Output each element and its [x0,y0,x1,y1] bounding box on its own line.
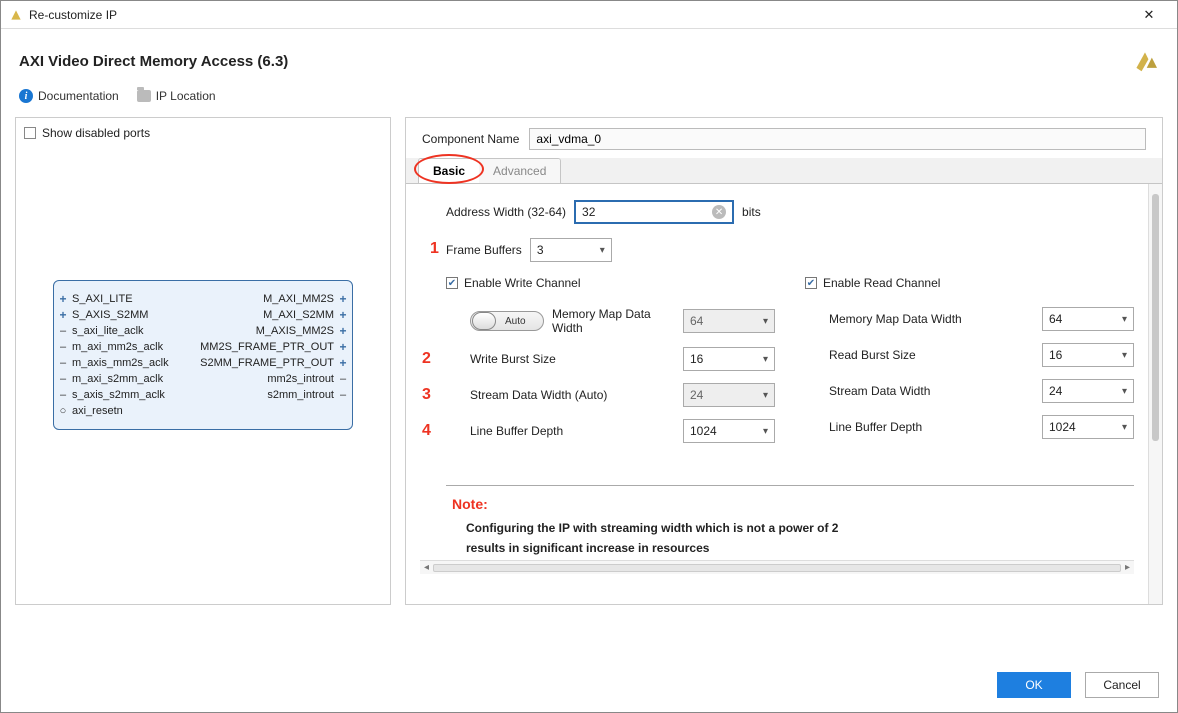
checkbox-icon [24,127,36,139]
frame-buffers-select[interactable]: 3▾ [530,238,612,262]
note-line: Configuring the IP with streaming width … [466,518,1128,538]
chevron-down-icon: ▾ [763,316,768,327]
auto-toggle[interactable]: Auto [470,311,544,331]
documentation-link[interactable]: i Documentation [19,89,119,103]
port-right: s2mm_introut– [267,387,348,403]
component-name-input[interactable] [529,128,1146,150]
chevron-down-icon: ▾ [763,390,768,401]
recustomize-ip-window: Re-customize IP ✕ AXI Video Direct Memor… [0,0,1178,713]
port-left: –m_axi_s2mm_aclk [58,371,163,387]
show-disabled-ports-checkbox[interactable]: Show disabled ports [24,126,382,140]
read-stream-row: Stream Data Width 24▾ [829,379,1134,403]
app-icon [9,8,23,22]
write-lbuf-row: 4 Line Buffer Depth 1024▾ [470,419,775,443]
write-stream-row: 3 Stream Data Width (Auto) 24▾ [470,383,775,407]
annotation-4: 4 [422,422,431,440]
port-right: mm2s_introut– [267,371,348,387]
write-mm-width-row: Auto Memory Map Data Width 64▾ [470,307,775,335]
port-left: +S_AXIS_S2MM [58,307,148,323]
chevron-down-icon: ▾ [763,354,768,365]
tab-basic[interactable]: Basic [419,159,479,183]
basic-tab-panel: Address Width (32-64) 32 ✕ bits 1 Frame … [406,184,1148,604]
note-box: Note: Configuring the IP with streaming … [446,485,1134,560]
chevron-down-icon: ▾ [1122,386,1127,397]
scroll-right-icon[interactable]: ▸ [1125,562,1130,573]
page-title: AXI Video Direct Memory Access (6.3) [19,53,1131,70]
chevron-down-icon: ▾ [1122,350,1127,361]
port-right: M_AXIS_MM2S+ [256,323,348,339]
tabs: Basic Advanced [406,158,1162,184]
horizontal-scrollbar[interactable]: ◂ ▸ [420,560,1134,574]
read-burst-row: Read Burst Size 16▾ [829,343,1134,367]
chevron-down-icon: ▾ [1122,422,1127,433]
component-name-label: Component Name [422,132,519,146]
config-pane: Component Name Basic Advanced Address Wi… [405,117,1163,605]
clear-icon[interactable]: ✕ [712,205,726,219]
block-diagram-pane: Show disabled ports +S_AXI_LITE +S_AXIS_… [15,117,391,605]
read-mm-width-row: Memory Map Data Width 64▾ [829,307,1134,331]
port-right: M_AXI_S2MM+ [263,307,348,323]
window-title: Re-customize IP [29,8,1129,22]
port-left: +S_AXI_LITE [58,291,133,307]
content-area: Show disabled ports +S_AXI_LITE +S_AXIS_… [1,117,1177,660]
write-lbuf-select[interactable]: 1024▾ [683,419,775,443]
port-left: –s_axis_s2mm_aclk [58,387,165,403]
tab-advanced[interactable]: Advanced [479,159,560,183]
scroll-track[interactable] [433,564,1121,572]
note-line: results in significant increase in resou… [466,538,1128,558]
scroll-left-icon[interactable]: ◂ [424,562,429,573]
infobar: i Documentation IP Location [1,83,1177,117]
component-name-row: Component Name [406,118,1162,158]
write-burst-select[interactable]: 16▾ [683,347,775,371]
frame-buffers-row: 1 Frame Buffers 3▾ [446,238,1134,262]
read-lbuf-select[interactable]: 1024▾ [1042,415,1134,439]
port-right: M_AXI_MM2S+ [263,291,348,307]
read-mm-width-select[interactable]: 64▾ [1042,307,1134,331]
address-width-label: Address Width (32-64) [446,205,566,219]
port-left: –m_axi_mm2s_aclk [58,339,163,355]
folder-icon [137,90,151,102]
dialog-buttons: OK Cancel [1,660,1177,712]
read-stream-select[interactable]: 24▾ [1042,379,1134,403]
port-right: S2MM_FRAME_PTR_OUT+ [200,355,348,371]
vertical-scrollbar[interactable] [1148,184,1162,604]
address-width-unit: bits [742,205,761,219]
read-lbuf-row: Line Buffer Depth 1024▾ [829,415,1134,439]
chevron-down-icon: ▾ [1122,314,1127,325]
enable-write-checkbox[interactable]: ✔ Enable Write Channel [446,276,775,291]
frame-buffers-label: Frame Buffers [446,243,522,257]
cancel-button[interactable]: Cancel [1085,672,1159,698]
read-burst-select[interactable]: 16▾ [1042,343,1134,367]
info-icon: i [19,89,33,103]
annotation-2: 2 [422,350,431,368]
write-burst-row: 2 Write Burst Size 16▾ [470,347,775,371]
port-right: MM2S_FRAME_PTR_OUT+ [200,339,348,355]
chevron-down-icon: ▾ [600,245,605,256]
write-stream-select[interactable]: 24▾ [683,383,775,407]
close-icon[interactable]: ✕ [1129,7,1169,23]
vendor-logo-icon [1131,49,1159,73]
note-title: Note: [452,496,1128,512]
header: AXI Video Direct Memory Access (6.3) [1,29,1177,83]
port-left: –m_axis_mm2s_aclk [58,355,169,371]
write-channel-group: ✔ Enable Write Channel Auto Memory Map D… [446,276,775,455]
ip-location-link[interactable]: IP Location [137,89,216,103]
address-width-row: Address Width (32-64) 32 ✕ bits [446,200,1134,224]
ok-button[interactable]: OK [997,672,1071,698]
address-width-input[interactable]: 32 ✕ [574,200,734,224]
checkbox-checked-icon: ✔ [805,277,817,289]
enable-read-checkbox[interactable]: ✔ Enable Read Channel [805,276,1134,291]
annotation-3: 3 [422,386,431,404]
write-mm-width-select[interactable]: 64▾ [683,309,775,333]
ip-block-symbol: +S_AXI_LITE +S_AXIS_S2MM –s_axi_lite_acl… [53,280,353,430]
toggle-knob-icon [472,312,496,330]
read-channel-group: ✔ Enable Read Channel Memory Map Data Wi… [805,276,1134,455]
port-left: ○axi_resetn [58,403,123,419]
checkbox-checked-icon: ✔ [446,277,458,289]
scroll-thumb[interactable] [1152,194,1159,441]
chevron-down-icon: ▾ [763,426,768,437]
titlebar: Re-customize IP ✕ [1,1,1177,29]
port-left: –s_axi_lite_aclk [58,323,144,339]
annotation-1: 1 [430,240,439,258]
